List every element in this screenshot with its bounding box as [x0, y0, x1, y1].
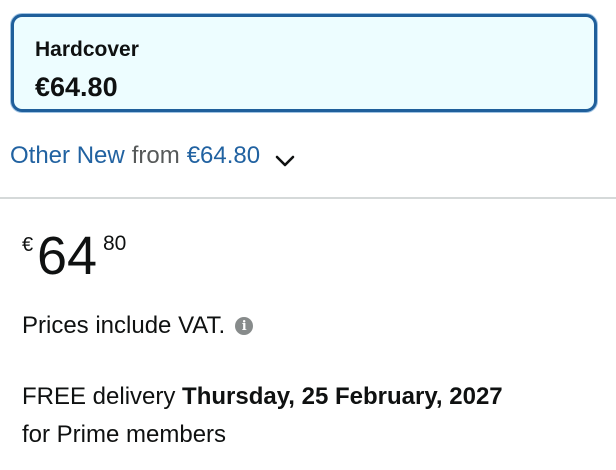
price-currency-symbol: € — [22, 234, 34, 256]
price-whole: 64 — [37, 226, 98, 286]
other-new-link[interactable]: Other New — [10, 142, 125, 170]
format-price: €64.80 — [35, 72, 118, 102]
format-name: Hardcover — [35, 38, 139, 61]
chevron-down-icon[interactable] — [274, 148, 296, 167]
price-fraction: 80 — [103, 232, 127, 255]
info-icon[interactable]: i — [235, 317, 254, 335]
from-label: from — [131, 142, 180, 169]
delivery-suffix: for Prime members — [22, 421, 227, 448]
vat-text: Prices include VAT. — [22, 312, 226, 339]
vat-notice: Prices include VAT. i — [22, 312, 254, 340]
other-offers-price[interactable]: €64.80 — [187, 142, 260, 170]
delivery-prefix: FREE delivery — [22, 383, 176, 410]
other-offers-row: Other New from €64.80 — [10, 142, 296, 170]
delivery-message: FREE delivery Thursday, 25 February, 202… — [22, 378, 602, 454]
delivery-date: Thursday, 25 February, 2027 — [182, 383, 503, 410]
format-option-hardcover[interactable]: Hardcover €64.80 — [11, 14, 597, 112]
section-divider — [0, 197, 616, 199]
